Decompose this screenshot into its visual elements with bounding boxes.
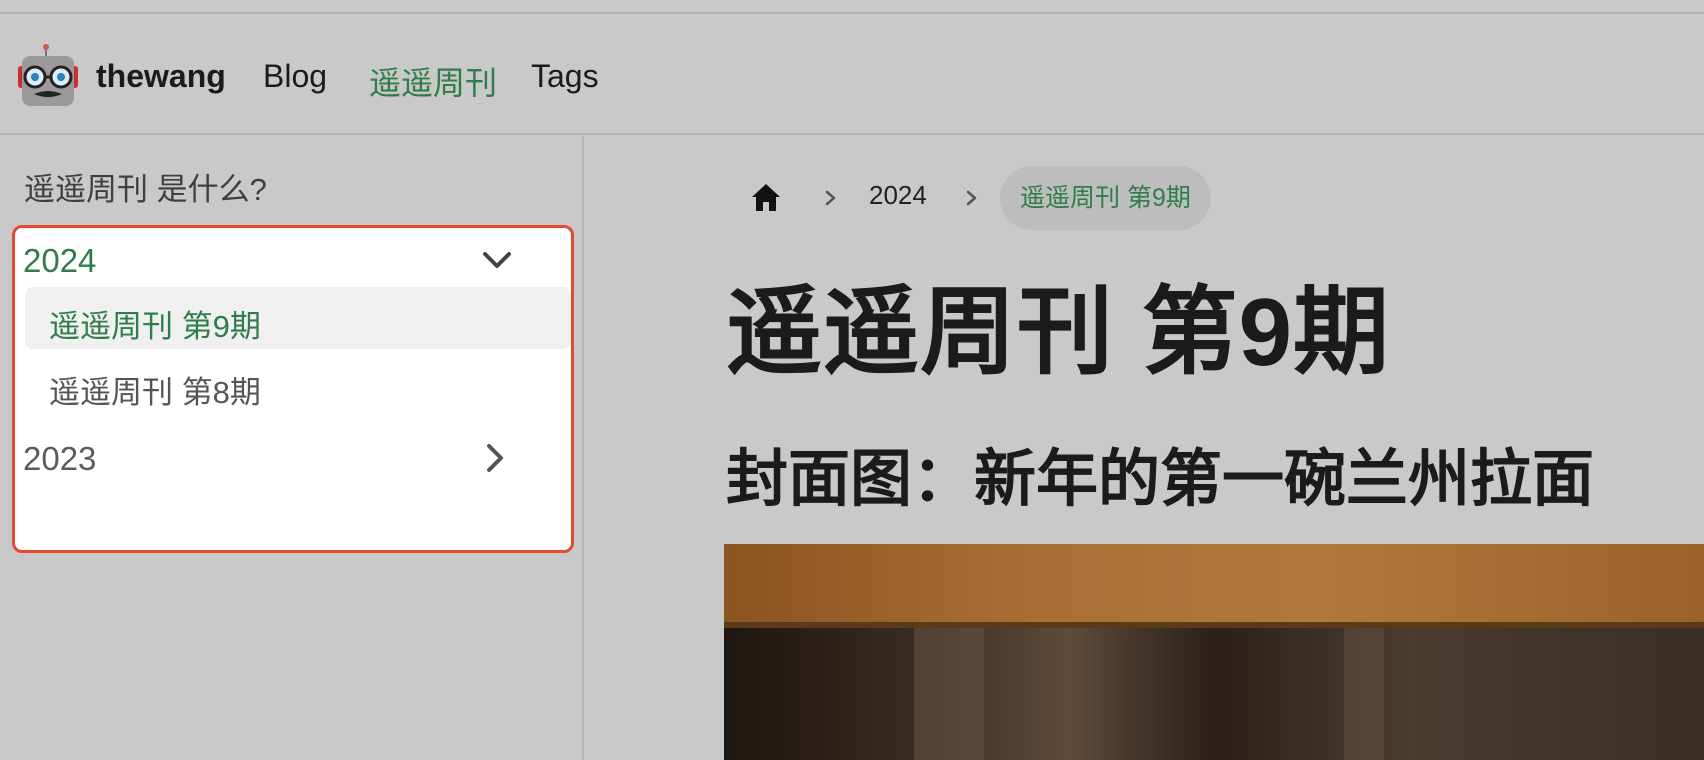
breadcrumb-current: 遥遥周刊 第9期 [1000, 166, 1211, 230]
chevron-down-icon[interactable] [477, 240, 517, 280]
issue-label: 遥遥周刊 第9期 [49, 309, 261, 344]
robot-logo-icon[interactable] [16, 44, 80, 108]
issue-item-9[interactable]: 遥遥周刊 第9期 [25, 287, 571, 349]
sidebar-about-link[interactable]: 遥遥周刊 是什么? [24, 164, 267, 209]
issue-item-8[interactable]: 遥遥周刊 第8期 [25, 353, 571, 415]
year-group-2024[interactable]: 2024 [23, 234, 563, 284]
year-group-2023[interactable]: 2023 [23, 432, 563, 482]
year-label: 2023 [23, 440, 97, 477]
cover-image [724, 544, 1704, 760]
sidebar: 遥遥周刊 是什么? 2024 遥遥周刊 第9期 遥遥周刊 第8期 2023 [0, 136, 584, 760]
chevron-right-icon [960, 182, 984, 214]
cover-heading: 封面图：新年的第一碗兰州拉面 [726, 445, 1595, 514]
home-icon[interactable] [746, 178, 786, 218]
breadcrumb-year[interactable]: 2024 [869, 180, 927, 211]
site-name[interactable]: thewang [96, 58, 226, 95]
issue-label: 遥遥周刊 第8期 [49, 375, 261, 410]
archive-tree: 2024 遥遥周刊 第9期 遥遥周刊 第8期 2023 [12, 225, 574, 553]
breadcrumb: 2024 遥遥周刊 第9期 [586, 166, 1704, 230]
nav-link-weekly[interactable]: 遥遥周刊 [369, 58, 497, 104]
nav-link-blog[interactable]: Blog [263, 58, 327, 95]
top-navbar: thewang Blog 遥遥周刊 Tags [0, 14, 1704, 135]
chevron-right-icon [819, 182, 843, 214]
page-title: 遥遥周刊 第9期 [726, 279, 1391, 386]
main-content: 2024 遥遥周刊 第9期 遥遥周刊 第9期 封面图：新年的第一碗兰州拉面 [586, 136, 1704, 760]
chevron-right-icon[interactable] [475, 438, 515, 478]
nav-link-tags[interactable]: Tags [531, 58, 599, 95]
year-label: 2024 [23, 242, 97, 279]
